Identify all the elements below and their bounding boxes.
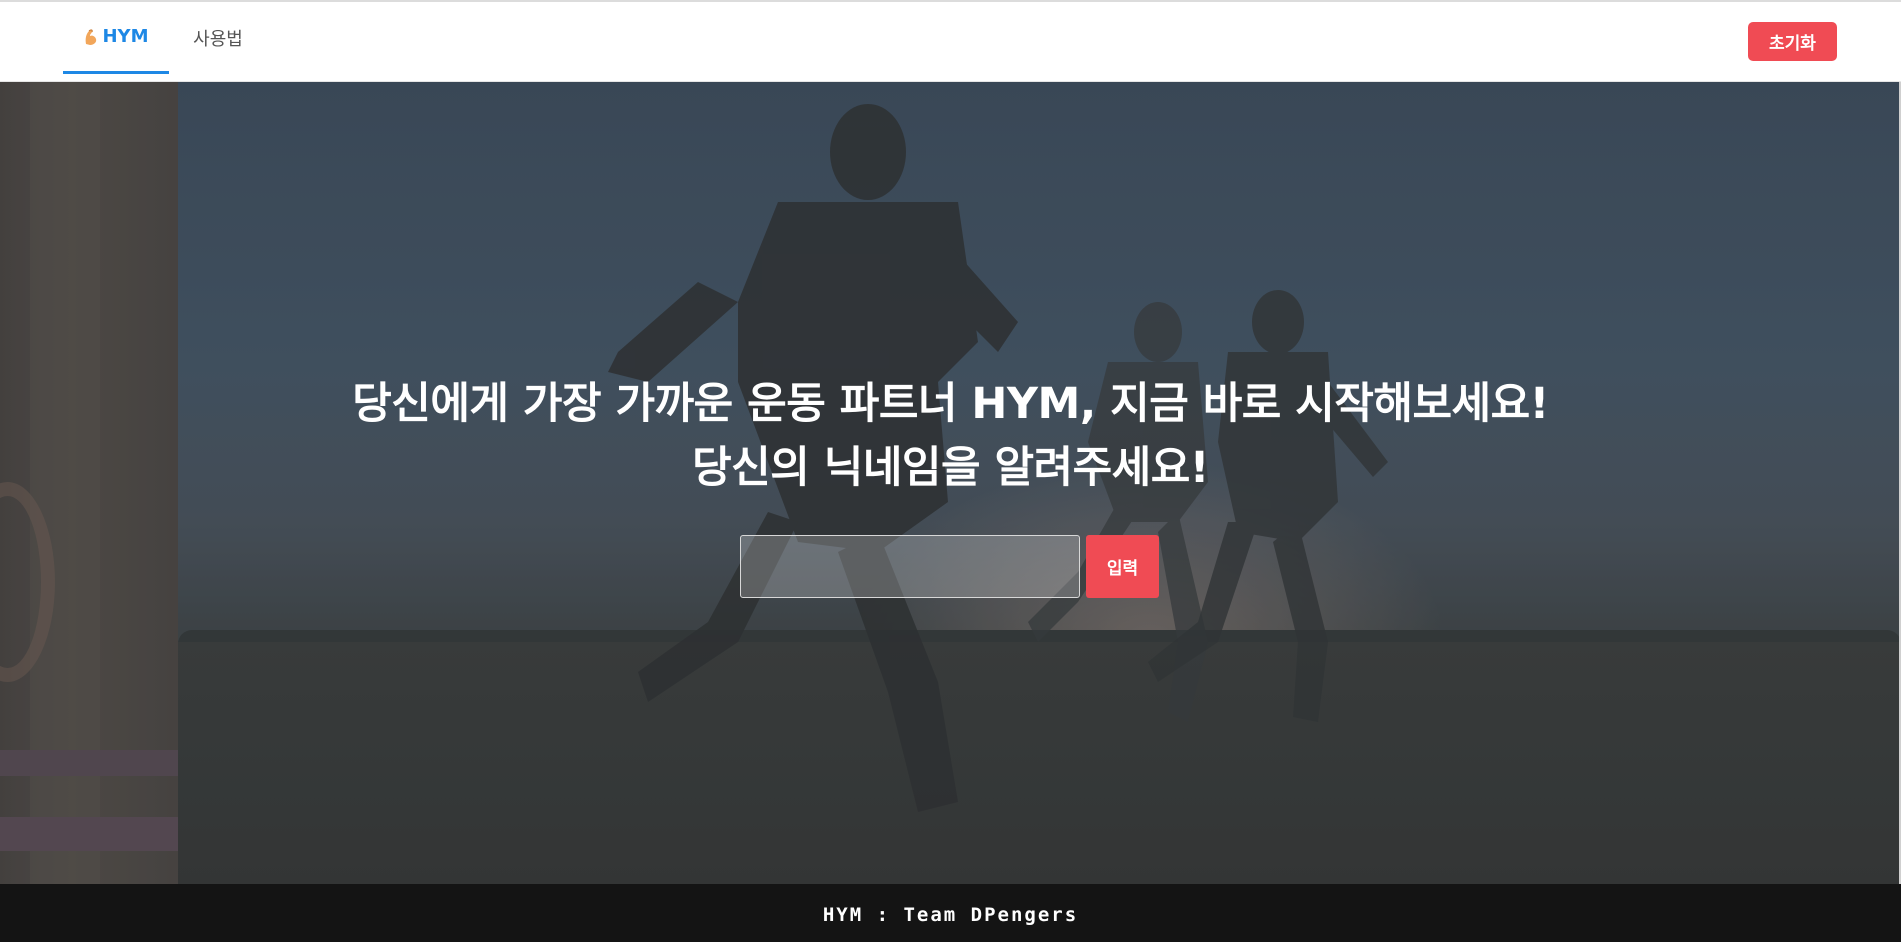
hero-headline: 당신에게 가장 가까운 운동 파트너 HYM, 지금 바로 시작해보세요! 당신… <box>0 372 1901 500</box>
tab-guide[interactable]: 사용법 <box>185 2 251 74</box>
tab-guide-label: 사용법 <box>193 29 243 50</box>
nickname-input[interactable] <box>740 535 1080 598</box>
hero-section: 당신에게 가장 가까운 운동 파트너 HYM, 지금 바로 시작해보세요! 당신… <box>0 82 1901 884</box>
reset-button[interactable]: 초기화 <box>1748 22 1837 61</box>
flexed-biceps-icon <box>83 28 99 46</box>
tab-hym-label: HYM <box>102 26 149 47</box>
submit-button[interactable]: 입력 <box>1086 535 1159 598</box>
tab-hym[interactable]: HYM <box>63 2 169 74</box>
headline-line-2: 당신의 닉네임을 알려주세요! <box>692 443 1209 493</box>
top-nav: HYM 사용법 초기화 <box>0 2 1901 82</box>
footer: HYM : Team DPengers <box>0 884 1901 942</box>
headline-line-1: 당신에게 가장 가까운 운동 파트너 HYM, 지금 바로 시작해보세요! <box>352 379 1549 429</box>
footer-text: HYM : Team DPengers <box>822 904 1079 926</box>
